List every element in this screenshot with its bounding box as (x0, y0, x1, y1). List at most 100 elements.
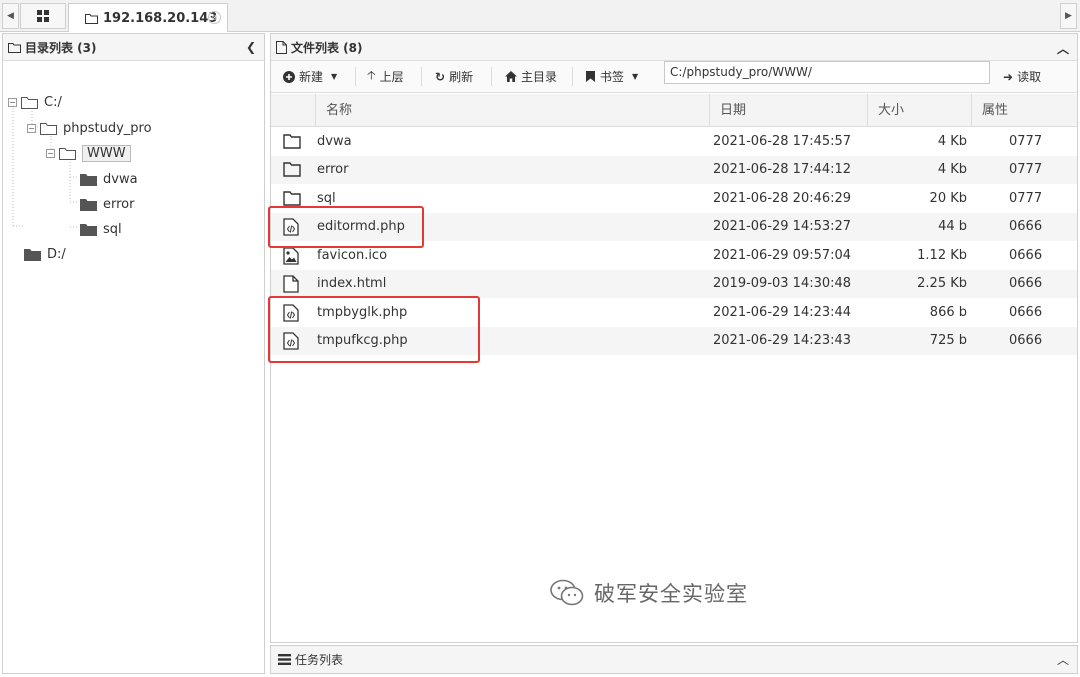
directory-panel: 目录列表 (3) ❮ − C:/ − phpstudy_pro − WWW dv… (2, 33, 265, 674)
tree-label: C:/ (44, 94, 62, 110)
read-button[interactable]: ➜ 读取 (1003, 65, 1041, 88)
home-label: 主目录 (521, 70, 558, 84)
image-file-icon (283, 247, 299, 265)
collapse-toggle-icon[interactable]: − (8, 97, 17, 107)
arrow-right-icon: ➜ (1003, 69, 1014, 84)
file-date: 2021-06-29 14:53:27 (713, 219, 852, 234)
folder-icon (85, 13, 98, 24)
folder-icon (283, 162, 301, 177)
column-date[interactable]: 日期 (709, 94, 867, 127)
grid-menu-button[interactable] (20, 3, 66, 29)
bookmark-label: 书签 (600, 70, 625, 84)
code-file-icon (283, 304, 299, 322)
file-attr: 0777 (1009, 191, 1043, 206)
file-name: dvwa (317, 134, 352, 149)
file-attr: 0666 (1009, 248, 1043, 263)
refresh-icon: ↻ (435, 69, 446, 84)
tab-bar: ◀ 192.168.20.143 ⊗ ▶ (0, 0, 1080, 32)
tree-node-phpstudy[interactable]: − phpstudy_pro (27, 118, 152, 138)
tree-node-dvwa[interactable]: dvwa (80, 169, 138, 189)
collapse-left-icon[interactable]: ❮ (246, 40, 256, 54)
file-attr: 0777 (1009, 162, 1043, 177)
up-label: 上层 (379, 70, 404, 84)
file-attr: 0666 (1009, 219, 1043, 234)
home-icon (505, 71, 517, 82)
home-button[interactable]: 主目录 (505, 65, 557, 88)
file-date: 2021-06-29 09:57:04 (713, 248, 852, 263)
tree-label: sql (103, 221, 122, 237)
read-label: 读取 (1017, 70, 1042, 84)
up-level-button[interactable]: 🡡 上层 (367, 65, 404, 88)
file-name: tmpbyglk.php (317, 305, 408, 320)
file-toolbar: 新建 ▼ 🡡 上层 ↻ 刷新 主目录 书签 ▼ C:/phpstudy_pro/… (271, 61, 1077, 93)
expand-up-icon[interactable]: ︿ (1057, 651, 1069, 668)
tree-label: D:/ (47, 246, 66, 262)
file-name: tmpufkcg.php (317, 333, 408, 348)
file-attr: 0666 (1009, 333, 1043, 348)
folder-outline-icon (40, 122, 57, 135)
file-icon (283, 275, 299, 293)
bookmark-button[interactable]: 书签 ▼ (586, 65, 638, 88)
new-button[interactable]: 新建 ▼ (283, 65, 337, 88)
collapse-up-icon[interactable]: ︿ (1057, 40, 1069, 57)
tree-label-selected: WWW (82, 144, 131, 162)
file-name: favicon.ico (317, 248, 388, 263)
tree-label: phpstudy_pro (63, 120, 152, 136)
tree-node-sql[interactable]: sql (80, 219, 122, 239)
column-attr[interactable]: 属性 (971, 94, 1077, 127)
scroll-left-button[interactable]: ◀ (2, 3, 19, 29)
file-attr: 0777 (1009, 134, 1043, 149)
refresh-button[interactable]: ↻ 刷新 (435, 65, 473, 88)
table-row[interactable]: dvwa 2021-06-28 17:45:57 4 Kb 0777 (271, 128, 1077, 156)
scroll-right-button[interactable]: ▶ (1060, 3, 1077, 29)
caret-down-icon: ▼ (331, 72, 338, 81)
table-row[interactable]: sql 2021-06-28 20:46:29 20 Kb 0777 (271, 185, 1077, 213)
path-input[interactable]: C:/phpstudy_pro/WWW/ (664, 61, 990, 84)
file-name: editormd.php (317, 219, 405, 234)
folder-outline-icon (8, 42, 21, 53)
collapse-toggle-icon[interactable]: − (27, 123, 36, 133)
file-attr: 0666 (1009, 305, 1043, 320)
watermark: 破军安全实验室 (550, 578, 748, 608)
arrow-up-icon: 🡡 (367, 68, 376, 82)
column-name[interactable]: 名称 (315, 94, 709, 127)
file-name: index.html (317, 276, 387, 291)
folder-outline-icon (59, 147, 76, 160)
column-size[interactable]: 大小 (867, 94, 971, 127)
file-size: 20 Kb (929, 191, 967, 206)
file-date: 2021-06-28 17:45:57 (713, 134, 852, 149)
file-size: 44 b (938, 219, 967, 234)
file-date: 2021-06-28 20:46:29 (713, 191, 852, 206)
task-list-bar[interactable]: 任务列表 ︿ (270, 645, 1078, 674)
table-row[interactable]: index.html 2019-09-03 14:30:48 2.25 Kb 0… (271, 270, 1077, 298)
tree-node-error[interactable]: error (80, 194, 134, 214)
table-row[interactable]: tmpbyglk.php 2021-06-29 14:23:44 866 b 0… (271, 299, 1077, 327)
file-size: 4 Kb (937, 134, 967, 149)
table-row[interactable]: tmpufkcg.php 2021-06-29 14:23:43 725 b 0… (271, 327, 1077, 355)
folder-icon (80, 173, 97, 186)
folder-icon (80, 198, 97, 211)
file-date: 2021-06-29 14:23:43 (713, 333, 852, 348)
directory-panel-title: 目录列表 (3) (25, 40, 97, 55)
file-panel: 文件列表 (8) ︿ 新建 ▼ 🡡 上层 ↻ 刷新 主目录 书签 ▼ C:/ph… (270, 33, 1078, 643)
file-panel-title: 文件列表 (8) (291, 40, 363, 55)
table-row[interactable]: editormd.php 2021-06-29 14:53:27 44 b 06… (271, 213, 1077, 241)
file-date: 2021-06-29 14:23:44 (713, 305, 852, 320)
tree-label: dvwa (103, 171, 138, 187)
tree-node-d-drive[interactable]: D:/ (24, 244, 66, 264)
bookmark-icon (586, 71, 595, 82)
tree-node-c-drive[interactable]: − C:/ (8, 92, 62, 112)
task-list-title: 任务列表 (295, 653, 344, 667)
tab-title: 192.168.20.143 (103, 10, 218, 26)
tree-node-www[interactable]: − WWW (46, 143, 131, 163)
tree-label: error (103, 196, 135, 212)
folder-icon (283, 134, 301, 149)
caret-down-icon: ▼ (632, 72, 639, 81)
collapse-toggle-icon[interactable]: − (46, 148, 55, 158)
new-label: 新建 (299, 70, 324, 84)
table-row[interactable]: favicon.ico 2021-06-29 09:57:04 1.12 Kb … (271, 242, 1077, 270)
plus-circle-icon (283, 70, 295, 83)
tab-close-button[interactable]: ⊗ (208, 11, 221, 24)
tab-host[interactable]: 192.168.20.143 ⊗ (68, 3, 228, 32)
table-row[interactable]: error 2021-06-28 17:44:12 4 Kb 0777 (271, 156, 1077, 184)
